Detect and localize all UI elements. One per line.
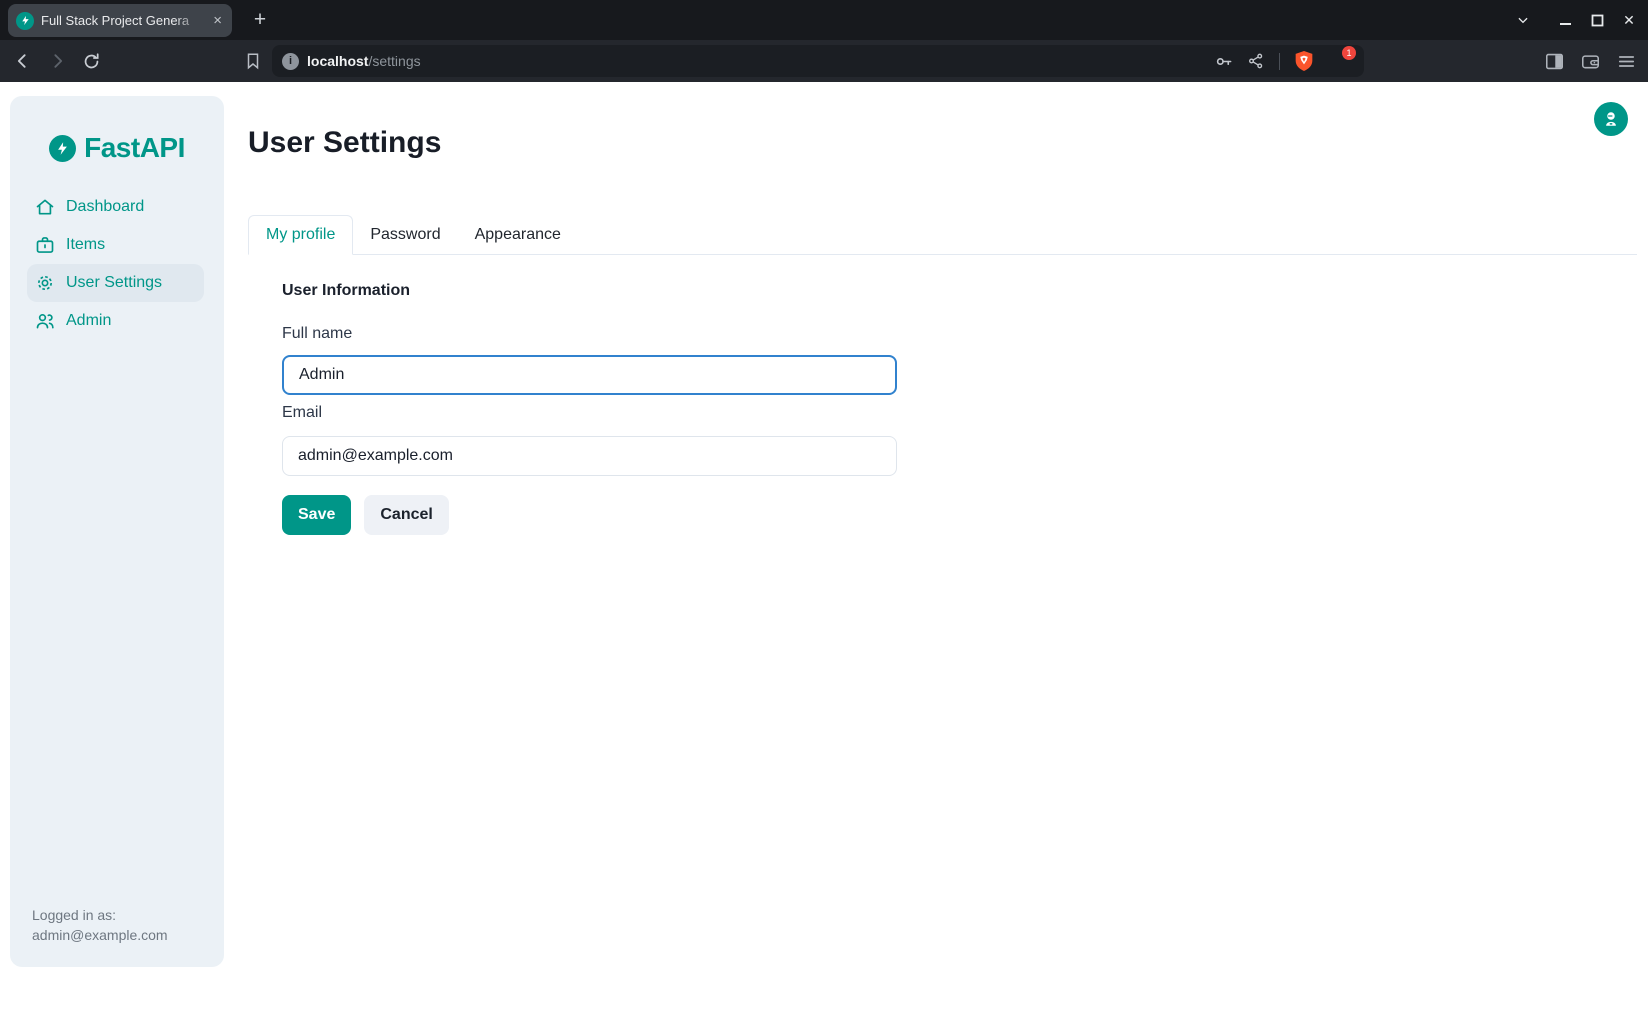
- new-tab-button[interactable]: +: [246, 6, 274, 34]
- sidebar-item-dashboard[interactable]: Dashboard: [27, 188, 204, 226]
- app-page: FastAPI Dashboard Items User Settings: [0, 82, 1648, 1025]
- window-controls: ✕: [1510, 0, 1642, 40]
- form-actions: Save Cancel: [282, 495, 449, 535]
- fastapi-logo-icon: [49, 135, 76, 162]
- section-title: User Information: [282, 282, 410, 300]
- share-icon[interactable]: [1247, 52, 1265, 70]
- settings-tabs: My profile Password Appearance: [248, 215, 1637, 255]
- site-info-icon[interactable]: i: [282, 53, 299, 70]
- sidebar-item-label: Dashboard: [66, 198, 144, 216]
- bookmark-icon[interactable]: [244, 51, 262, 71]
- browser-tab-bar: Full Stack Project Genera × + ✕: [0, 0, 1648, 40]
- reload-button[interactable]: [76, 46, 106, 76]
- url-path: /settings: [368, 53, 420, 69]
- menu-hamburger-icon[interactable]: [1617, 54, 1636, 69]
- sidebar-item-label: Admin: [66, 312, 111, 330]
- rewards-badge: 1: [1342, 46, 1356, 60]
- home-icon: [35, 197, 55, 217]
- email-label: Email: [282, 404, 322, 422]
- browser-toolbar: i localhost/settings 1: [0, 40, 1648, 82]
- sidebar-nav: Dashboard Items User Settings Admin: [10, 188, 224, 340]
- brave-shield-icon[interactable]: [1294, 50, 1314, 72]
- sidebar: FastAPI Dashboard Items User Settings: [10, 96, 224, 967]
- address-bar[interactable]: i localhost/settings 1: [272, 45, 1364, 77]
- users-icon: [35, 311, 55, 331]
- tab-search-chevron-icon[interactable]: [1510, 7, 1536, 33]
- tab-my-profile[interactable]: My profile: [248, 215, 353, 255]
- maximize-button[interactable]: [1584, 7, 1610, 33]
- gear-icon: [35, 273, 55, 293]
- briefcase-icon: [35, 235, 55, 255]
- tab-appearance[interactable]: Appearance: [458, 215, 578, 255]
- fastapi-logo-text: FastAPI: [84, 132, 185, 164]
- sidebar-panel-icon[interactable]: [1545, 53, 1564, 70]
- logged-in-footer: Logged in as: admin@example.com: [32, 905, 168, 945]
- password-key-icon[interactable]: [1214, 52, 1233, 71]
- page-title: User Settings: [248, 126, 441, 160]
- sidebar-item-items[interactable]: Items: [27, 226, 204, 264]
- sidebar-item-label: User Settings: [66, 274, 162, 292]
- cancel-button[interactable]: Cancel: [364, 495, 448, 535]
- fastapi-logo[interactable]: FastAPI: [10, 132, 224, 164]
- tab-close-icon[interactable]: ×: [211, 13, 224, 28]
- sidebar-item-admin[interactable]: Admin: [27, 302, 204, 340]
- full-name-input[interactable]: [282, 355, 897, 395]
- full-name-label: Full name: [282, 325, 352, 343]
- minimize-button[interactable]: [1552, 7, 1578, 33]
- save-button[interactable]: Save: [282, 495, 351, 535]
- email-input[interactable]: [282, 436, 897, 476]
- logged-in-label: Logged in as:: [32, 905, 168, 925]
- sidebar-item-user-settings[interactable]: User Settings: [27, 264, 204, 302]
- user-menu-button[interactable]: [1594, 102, 1628, 136]
- divider: [1279, 53, 1280, 70]
- sidebar-item-label: Items: [66, 236, 105, 254]
- tab-password[interactable]: Password: [353, 215, 457, 255]
- brave-rewards-icon[interactable]: 1: [1328, 51, 1350, 71]
- fastapi-favicon-icon: [16, 12, 34, 30]
- browser-tab[interactable]: Full Stack Project Genera ×: [8, 4, 232, 37]
- close-window-button[interactable]: ✕: [1616, 7, 1642, 33]
- logged-in-email: admin@example.com: [32, 925, 168, 945]
- wallet-icon[interactable]: [1581, 53, 1600, 70]
- tab-title: Full Stack Project Genera: [41, 13, 204, 28]
- user-astronaut-icon: [1602, 110, 1620, 128]
- forward-button[interactable]: [42, 46, 72, 76]
- back-button[interactable]: [8, 46, 38, 76]
- url-host: localhost: [307, 53, 368, 69]
